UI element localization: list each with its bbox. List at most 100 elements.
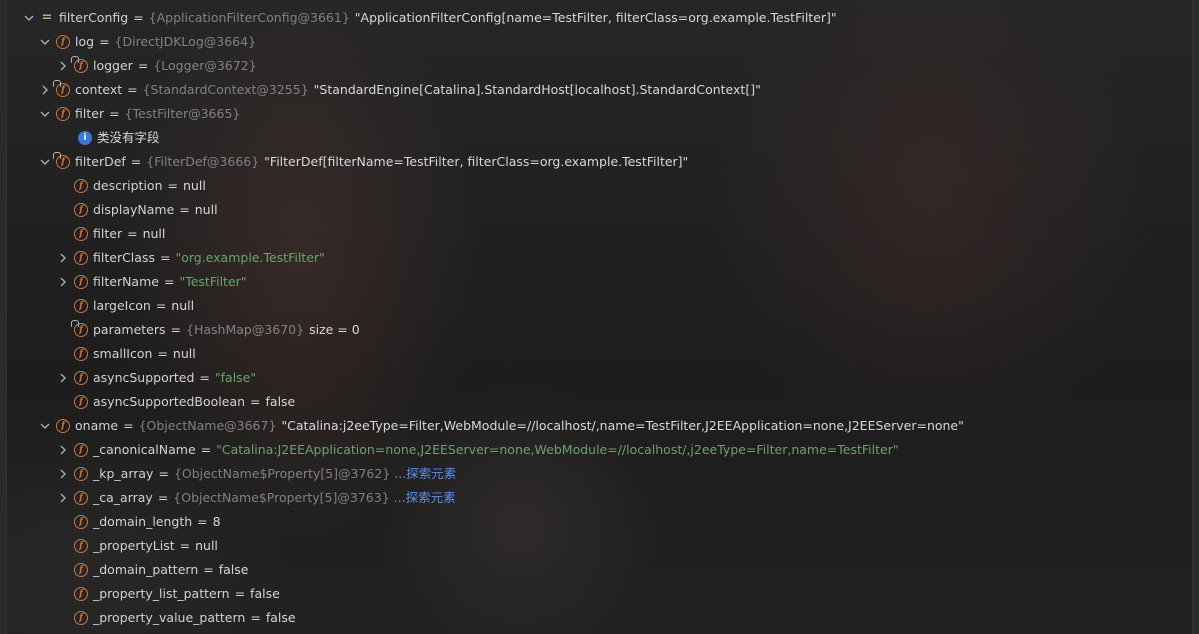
tree-row-asyncSupported[interactable]: f asyncSupported = "false"	[56, 366, 256, 390]
chevron-down-icon[interactable]	[38, 419, 52, 433]
tree-row-propertyList[interactable]: f _propertyList = null	[74, 534, 218, 558]
object-reference: {ObjectName$Property[5]@3762}	[173, 466, 391, 481]
tree-row-parameters[interactable]: f parameters = {HashMap@3670} size = 0	[71, 318, 360, 342]
tree-row-context[interactable]: f context = {StandardContext@3255} "Stan…	[38, 78, 761, 102]
field-icon: f	[74, 347, 88, 361]
left-gutter	[0, 0, 7, 634]
tree-row-filterDef[interactable]: f filterDef = {FilterDef@3666} "FilterDe…	[38, 150, 688, 174]
chevron-right-icon[interactable]	[56, 59, 70, 73]
tree-row-ca-array[interactable]: f _ca_array = {ObjectName$Property[5]@37…	[56, 486, 456, 510]
size-value: size = 0	[309, 322, 360, 337]
tree-row-smallIcon[interactable]: f smallIcon = null	[74, 342, 196, 366]
variable-value: null	[142, 226, 166, 241]
tree-row-log[interactable]: f log = {DirectJDKLog@3664}	[38, 30, 256, 54]
field-icon: f	[74, 275, 88, 289]
equals-sign: =	[163, 274, 175, 289]
tree-row-no-fields: i 类没有字段	[78, 126, 160, 150]
tree-row-canonicalName[interactable]: f _canonicalName = "Catalina:J2EEApplica…	[56, 438, 899, 462]
variable-name: asyncSupported	[93, 370, 195, 385]
tree-row-kp-array[interactable]: f _kp_array = {ObjectName$Property[5]@37…	[56, 462, 456, 486]
variable-value: 8	[212, 514, 221, 529]
explore-elements-link[interactable]: ...探索元素	[394, 486, 456, 510]
explore-elements-link[interactable]: ...探索元素	[394, 462, 456, 486]
equals-sign: =	[109, 106, 120, 121]
tree-row-displayName[interactable]: f displayName = null	[74, 198, 218, 222]
tree-row-domain-length[interactable]: f _domain_length = 8	[74, 510, 221, 534]
field-icon: f	[74, 227, 88, 241]
variable-name: filter	[75, 106, 105, 121]
variable-name: log	[75, 34, 95, 49]
object-reference: {ApplicationFilterConfig@3661}	[148, 10, 350, 25]
equals-sign: =	[157, 346, 168, 361]
static-field-icon: f	[53, 152, 70, 169]
equals-sign: =	[167, 178, 178, 193]
equals-sign: =	[250, 394, 261, 409]
static-field-icon: f	[71, 56, 88, 73]
chevron-down-icon[interactable]	[38, 155, 52, 169]
field-icon: f	[74, 443, 88, 457]
chevron-right-icon[interactable]	[56, 275, 70, 289]
variable-name: _domain_pattern	[93, 562, 199, 577]
variable-value: "ApplicationFilterConfig[name=TestFilter…	[354, 10, 837, 25]
chevron-right-icon[interactable]	[56, 491, 70, 505]
string-value: "TestFilter"	[179, 274, 247, 289]
tree-row-domain-pattern[interactable]: f _domain_pattern = false	[74, 558, 248, 582]
tree-row-logger[interactable]: f logger = {Logger@3672}	[56, 54, 257, 78]
chevron-down-icon[interactable]	[22, 11, 36, 25]
tree-row-description[interactable]: f description = null	[74, 174, 206, 198]
chevron-down-icon[interactable]	[38, 107, 52, 121]
variable-name: description	[93, 178, 163, 193]
variable-name: _property_value_pattern	[93, 610, 246, 625]
string-value: "false"	[214, 370, 257, 385]
chevron-right-icon[interactable]	[56, 467, 70, 481]
chevron-right-icon[interactable]	[38, 83, 52, 97]
variable-name: smallIcon	[93, 346, 153, 361]
equals-sign: =	[127, 82, 138, 97]
variable-value: false	[265, 610, 296, 625]
chevron-right-icon[interactable]	[56, 443, 70, 457]
tree-row-property-list-pattern[interactable]: f _property_list_pattern = false	[74, 582, 280, 606]
tree-row-oname[interactable]: f oname = {ObjectName@3667} "Catalina:j2…	[38, 414, 964, 438]
variable-value: null	[194, 202, 218, 217]
tree-row-asyncSupportedBoolean[interactable]: f asyncSupportedBoolean = false	[74, 390, 295, 414]
object-reference: {ObjectName@3667}	[138, 418, 277, 433]
variable-name: _ca_array	[93, 490, 153, 505]
variable-name: filterClass	[93, 250, 155, 265]
object-reference: {Logger@3672}	[153, 58, 257, 73]
tree-row-filterClass[interactable]: f filterClass = "org.example.TestFilter"	[56, 246, 325, 270]
variable-value: false	[250, 586, 280, 601]
variable-name: _canonicalName	[93, 442, 196, 457]
field-icon: f	[74, 539, 88, 553]
tree-row-filterConfig[interactable]: = filterConfig = {ApplicationFilterConfi…	[22, 6, 837, 30]
right-scrollbar-track[interactable]	[1192, 0, 1199, 634]
variable-name: _domain_length	[93, 514, 193, 529]
tree-row-filter[interactable]: f filter = {TestFilter@3665}	[38, 102, 240, 126]
chevron-right-icon[interactable]	[56, 371, 70, 385]
field-icon: f	[56, 419, 70, 433]
field-icon: f	[74, 179, 88, 193]
variable-name: largeIcon	[93, 298, 151, 313]
tree-row-filter-null[interactable]: f filter = null	[74, 222, 165, 246]
info-icon: i	[78, 131, 92, 145]
static-field-icon: f	[71, 320, 88, 337]
object-reference: {FilterDef@3666}	[146, 154, 260, 169]
field-icon: f	[74, 467, 88, 481]
field-icon: f	[74, 491, 88, 505]
variable-name: asyncSupportedBoolean	[93, 394, 246, 409]
field-icon: f	[74, 251, 88, 265]
chevron-down-icon[interactable]	[38, 35, 52, 49]
tree-row-property-value-pattern[interactable]: f _property_value_pattern = false	[74, 606, 296, 630]
equals-sign: =	[158, 466, 169, 481]
field-icon: f	[74, 395, 88, 409]
variable-name: context	[75, 82, 123, 97]
object-reference: {TestFilter@3665}	[124, 106, 241, 121]
equals-sign: =	[123, 418, 134, 433]
variable-value: "Catalina:j2eeType=Filter,WebModule=//lo…	[281, 418, 964, 433]
tree-row-largeIcon[interactable]: f largeIcon = null	[74, 294, 194, 318]
equals-sign: =	[199, 370, 210, 385]
tree-row-filterName[interactable]: f filterName = "TestFilter"	[56, 270, 247, 294]
chevron-right-icon[interactable]	[56, 251, 70, 265]
equals-sign: =	[203, 562, 214, 577]
static-field-icon: f	[53, 80, 70, 97]
variable-name: displayName	[93, 202, 175, 217]
